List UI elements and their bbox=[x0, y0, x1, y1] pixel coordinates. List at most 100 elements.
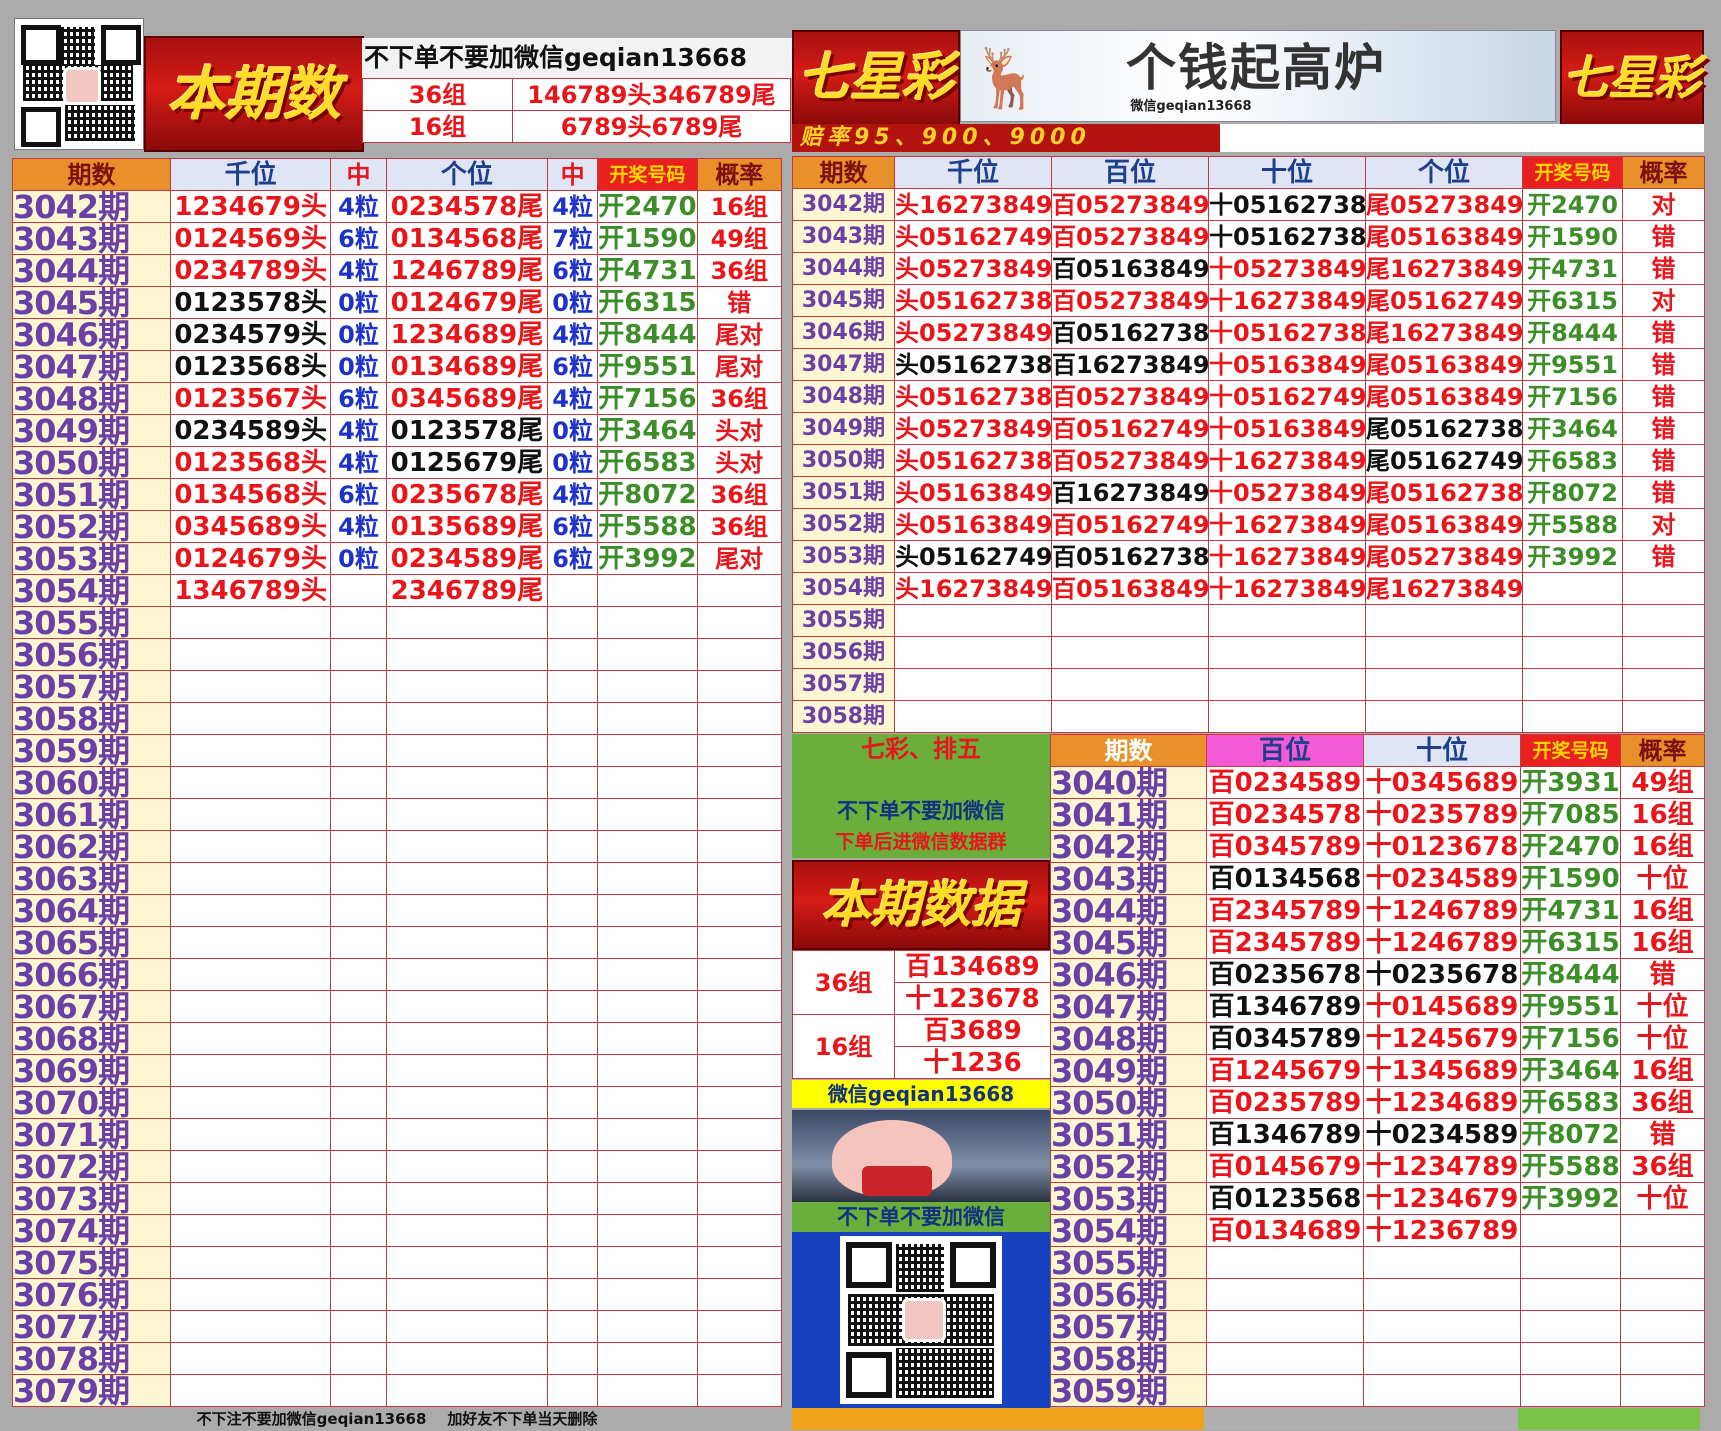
draw-number-cell: 开3931 bbox=[1520, 766, 1621, 799]
hit-count-cell bbox=[547, 1054, 599, 1087]
table-row: 3043期 头05162749 百05273849 十05162738 尾0516384… bbox=[792, 220, 1705, 253]
probability-cell: 36组 bbox=[696, 478, 783, 511]
hit-count-cell bbox=[330, 990, 387, 1023]
probability-cell: 头对 bbox=[696, 414, 783, 447]
tens-cell: 十0235678 bbox=[1363, 958, 1521, 991]
period-cell: 3050期 bbox=[792, 444, 895, 477]
period-cell: 3041期 bbox=[1050, 798, 1207, 831]
probability-cell: 对 bbox=[1622, 284, 1705, 317]
draw-number-cell bbox=[597, 702, 698, 735]
col-header-draw-number: 开奖号码 bbox=[597, 158, 698, 191]
tens-cell bbox=[1363, 1246, 1521, 1279]
draw-number-cell bbox=[597, 574, 698, 607]
draw-number-cell: 开7156 bbox=[1520, 1022, 1621, 1055]
probability-cell bbox=[1620, 1278, 1705, 1311]
table-row: 3046期 百0235678 十0235678 开8444 错 bbox=[1050, 958, 1705, 991]
thousands-cell: 头05162738 bbox=[894, 444, 1052, 477]
table-row: 3057期 bbox=[792, 668, 1705, 701]
table-row: 3050期 百0235789 十1234689 开6583 36组 bbox=[1050, 1086, 1705, 1119]
tens-cell: 十1236789 bbox=[1363, 1214, 1521, 1247]
group-label: 36组 bbox=[362, 78, 513, 111]
probability-cell bbox=[696, 1182, 783, 1215]
hit-count-cell: 4粒 bbox=[330, 190, 387, 223]
period-cell: 3054期 bbox=[1050, 1214, 1207, 1247]
thousands-cell bbox=[170, 1246, 332, 1279]
table-row: 3053期 0124679头 0粒 0234589尾 6粒 开3992 尾对 bbox=[11, 542, 783, 575]
draw-number-cell bbox=[597, 1054, 698, 1087]
table-row: 3045期 百2345789 十1246789 开6315 16组 bbox=[1050, 926, 1705, 959]
table-row: 3072期 bbox=[11, 1150, 783, 1183]
probability-cell: 错 bbox=[1622, 380, 1705, 413]
units-cell: 0235678尾 bbox=[385, 478, 549, 511]
period-cell: 3042期 bbox=[1050, 830, 1207, 863]
draw-number-cell bbox=[597, 1182, 698, 1215]
hundreds-cell: 百05162749 bbox=[1051, 508, 1209, 541]
probability-cell: 36组 bbox=[1620, 1150, 1705, 1183]
hit-count-cell: 0粒 bbox=[547, 414, 599, 447]
draw-number-cell bbox=[597, 830, 698, 863]
table-row: 3057期 bbox=[1050, 1310, 1705, 1343]
probability-cell bbox=[696, 1086, 783, 1119]
tens-cell bbox=[1208, 668, 1366, 701]
draw-number-cell bbox=[597, 1278, 698, 1311]
col-header-tens: 十位 bbox=[1208, 156, 1366, 189]
draw-number-cell: 开4731 bbox=[597, 254, 698, 287]
probability-cell bbox=[696, 1310, 783, 1343]
thousands-cell: 头05273849 bbox=[894, 316, 1052, 349]
draw-number-cell: 开3992 bbox=[1520, 1182, 1621, 1215]
table-row: 3056期 bbox=[11, 638, 783, 671]
thousands-cell bbox=[170, 638, 332, 671]
hit-count-cell bbox=[330, 1214, 387, 1247]
draw-number-cell bbox=[597, 638, 698, 671]
period-cell: 3073期 bbox=[11, 1182, 172, 1215]
period-cell: 3065期 bbox=[11, 926, 172, 959]
period-cell: 3058期 bbox=[792, 700, 895, 733]
period-cell: 3043期 bbox=[792, 220, 895, 253]
thousands-cell: 0134568头 bbox=[170, 478, 332, 511]
probability-cell bbox=[696, 1278, 783, 1311]
period-cell: 3055期 bbox=[11, 606, 172, 639]
tens-cell: 十16273849 bbox=[1208, 284, 1366, 317]
thousands-cell bbox=[894, 604, 1052, 637]
table-row: 3042期 1234679头 4粒 0234578尾 4粒 开2470 16组 bbox=[11, 190, 783, 223]
group-value: 146789头346789尾 bbox=[512, 78, 791, 111]
hundreds-cell: 百1245679 bbox=[1206, 1054, 1364, 1087]
probability-cell: 16组 bbox=[1620, 1054, 1705, 1087]
thousands-cell: 0234579头 bbox=[170, 318, 332, 351]
units-cell bbox=[385, 638, 549, 671]
units-cell bbox=[385, 1310, 549, 1343]
table-row: 3047期 头05162738 百16273849 十05163849 尾0516384… bbox=[792, 348, 1705, 381]
probability-cell bbox=[1622, 572, 1705, 605]
hit-count-cell bbox=[547, 1150, 599, 1183]
probability-cell bbox=[696, 1214, 783, 1247]
probability-cell: 49组 bbox=[696, 222, 783, 255]
table-row: 3044期 百2345789 十1246789 开4731 16组 bbox=[1050, 894, 1705, 927]
units-cell: 尾05273849 bbox=[1365, 188, 1523, 221]
table-row: 3067期 bbox=[11, 990, 783, 1023]
draw-number-cell bbox=[597, 798, 698, 831]
table-row: 3047期 0123568头 0粒 0134689尾 6粒 开9551 尾对 bbox=[11, 350, 783, 383]
left-data-table: 期数 千位 中 个位 中 开奖号码 概率 3042期 1234679头 4粒 0234… bbox=[11, 158, 783, 1407]
col-header-draw-number: 开奖号码 bbox=[1520, 734, 1621, 767]
side-group-36-label: 36组 bbox=[792, 950, 895, 1015]
thousands-cell: 头05163849 bbox=[894, 476, 1052, 509]
tens-cell: 十16273849 bbox=[1208, 572, 1366, 605]
period-cell: 3045期 bbox=[792, 284, 895, 317]
thousands-cell bbox=[170, 830, 332, 863]
bottom-strip-green bbox=[1518, 1408, 1700, 1430]
units-cell bbox=[385, 1022, 549, 1055]
units-cell bbox=[385, 1246, 549, 1279]
tens-cell: 十1245679 bbox=[1363, 1022, 1521, 1055]
draw-number-cell bbox=[597, 1150, 698, 1183]
table-row: 3052期 头05163849 百05162749 十16273849 尾0516384… bbox=[792, 508, 1705, 541]
bottom-strip-orange bbox=[792, 1408, 1204, 1430]
side-group-36-tens: 十123678 bbox=[894, 982, 1051, 1015]
table-row: 3045期 头05162738 百05273849 十16273849 尾0516274… bbox=[792, 284, 1705, 317]
hit-count-cell bbox=[547, 958, 599, 991]
period-cell: 3057期 bbox=[792, 668, 895, 701]
hit-count-cell: 6粒 bbox=[547, 510, 599, 543]
table-row: 3048期 百0345789 十1245679 开7156 十位 bbox=[1050, 1022, 1705, 1055]
probability-cell: 对 bbox=[1622, 508, 1705, 541]
units-cell: 尾05162749 bbox=[1365, 444, 1523, 477]
hit-count-cell: 0粒 bbox=[547, 286, 599, 319]
